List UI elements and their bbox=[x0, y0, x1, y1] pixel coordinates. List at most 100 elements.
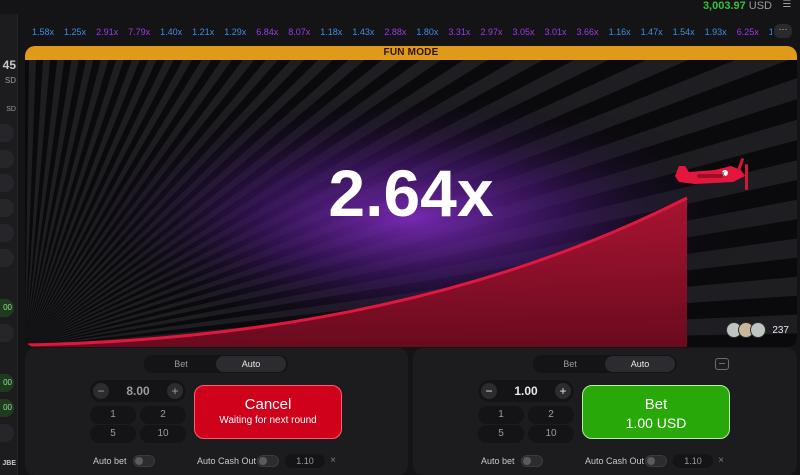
history-multiplier: 2.91x bbox=[96, 27, 119, 37]
bet-panel-1: Bet Auto − 8.00 + 1 2 5 10 Cancel Waitin… bbox=[25, 348, 408, 475]
history-multiplier: 1.93x bbox=[704, 27, 727, 37]
auto-cashout-toggle[interactable] bbox=[257, 455, 279, 467]
avatar bbox=[750, 322, 767, 338]
balance: 3,003.97 USD bbox=[703, 0, 772, 12]
history-multiplier: 6.84x bbox=[256, 27, 279, 37]
top-bar: 3,003.97 USD ☰ bbox=[0, 0, 800, 14]
auto-bet-toggle[interactable] bbox=[521, 455, 543, 467]
history-multiplier: 8.07x bbox=[288, 27, 311, 37]
tab-auto[interactable]: Auto bbox=[216, 356, 286, 372]
history-multiplier: 1.43x bbox=[352, 27, 375, 37]
player-count: 237 bbox=[772, 324, 789, 336]
close-icon[interactable]: × bbox=[716, 455, 726, 467]
waiting-label: Waiting for next round bbox=[219, 415, 317, 426]
more-dots-icon[interactable]: ··· bbox=[774, 24, 792, 38]
auto-bet-label: Auto bet bbox=[93, 456, 127, 466]
fun-mode-banner: FUN MODE bbox=[25, 46, 797, 60]
multiplier-history: 1.58x 1.25x 2.91x 7.79x 1.40x 1.21x 1.29x 6.84x… bbox=[32, 26, 772, 40]
left-sidebar: 45 SD SD 00 00 00 JBE bbox=[0, 14, 18, 475]
quick-amount-button[interactable]: 2 bbox=[140, 406, 186, 424]
history-multiplier: 1.16x bbox=[608, 27, 631, 37]
bet-amount-value[interactable]: 1.00 bbox=[498, 383, 554, 399]
history-multiplier: 6.25x bbox=[736, 27, 759, 37]
history-multiplier: 1.21x bbox=[192, 27, 215, 37]
quick-amount-button[interactable]: 1 bbox=[478, 406, 524, 424]
history-multiplier: 1.24x bbox=[768, 27, 772, 37]
sidebar-row bbox=[0, 224, 14, 242]
sidebar-currency: SD bbox=[4, 76, 16, 85]
auto-cashout-label: Auto Cash Out bbox=[585, 456, 645, 466]
auto-cashout-input[interactable]: 1.10 bbox=[673, 454, 713, 468]
history-multiplier: 1.29x bbox=[224, 27, 247, 37]
quick-amount-button[interactable]: 5 bbox=[90, 425, 136, 443]
cancel-label: Cancel bbox=[244, 396, 292, 413]
quick-amount-button[interactable]: 2 bbox=[528, 406, 574, 424]
history-multiplier: 1.54x bbox=[672, 27, 695, 37]
history-multiplier: 1.58x bbox=[32, 27, 55, 37]
increase-button[interactable]: + bbox=[167, 383, 183, 399]
sidebar-row bbox=[0, 424, 14, 442]
game-canvas: FUN MODE X 2.64x 237 bbox=[25, 46, 797, 347]
tab-bet[interactable]: Bet bbox=[146, 356, 216, 372]
decrease-button[interactable]: − bbox=[481, 383, 497, 399]
bet-mode-tabs: Bet Auto bbox=[144, 355, 288, 373]
bet-amount-stepper: − 8.00 + bbox=[90, 380, 186, 402]
sidebar-row bbox=[0, 199, 14, 217]
history-multiplier: 3.31x bbox=[448, 27, 471, 37]
sidebar-value: 00 bbox=[3, 303, 12, 312]
sidebar-bottom-label: JBE bbox=[2, 460, 16, 467]
history-multiplier: 1.18x bbox=[320, 27, 343, 37]
bet-panel-2: Bet Auto − 1.00 + 1 2 5 10 Bet 1.00 USD … bbox=[413, 348, 797, 475]
bet-amount-stepper: − 1.00 + bbox=[478, 380, 574, 402]
decrease-button[interactable]: − bbox=[93, 383, 109, 399]
auto-cashout-toggle[interactable] bbox=[645, 455, 667, 467]
history-multiplier: 2.97x bbox=[480, 27, 503, 37]
auto-cashout-input[interactable]: 1.10 bbox=[285, 454, 325, 468]
auto-bet-label: Auto bet bbox=[481, 456, 515, 466]
sidebar-value: 00 bbox=[3, 378, 12, 387]
quick-amount-button[interactable]: 10 bbox=[140, 425, 186, 443]
sidebar-row bbox=[0, 174, 14, 192]
bet-amount-value[interactable]: 8.00 bbox=[110, 383, 166, 399]
quick-amount-button[interactable]: 5 bbox=[478, 425, 524, 443]
sidebar-currency-2: SD bbox=[6, 106, 16, 113]
quick-amount-button[interactable]: 10 bbox=[528, 425, 574, 443]
history-multiplier: 3.05x bbox=[512, 27, 535, 37]
history-multiplier: 1.47x bbox=[640, 27, 663, 37]
cancel-bet-button[interactable]: Cancel Waiting for next round bbox=[194, 385, 342, 439]
increase-button[interactable]: + bbox=[555, 383, 571, 399]
balance-amount: 3,003.97 bbox=[702, 0, 746, 12]
auto-bet-toggle[interactable] bbox=[133, 455, 155, 467]
sidebar-amount: 45 bbox=[2, 58, 16, 72]
history-multiplier: 3.01x bbox=[544, 27, 567, 37]
place-bet-button[interactable]: Bet 1.00 USD bbox=[582, 385, 730, 439]
game-screen: 3,003.97 USD ☰ 45 SD SD 00 00 00 JBE 1.58… bbox=[0, 0, 800, 475]
sidebar-row: 00 bbox=[0, 399, 14, 417]
sidebar-row: 00 bbox=[0, 299, 14, 317]
tab-bet[interactable]: Bet bbox=[535, 356, 605, 372]
close-icon[interactable]: × bbox=[328, 455, 338, 467]
history-multiplier: 7.79x bbox=[128, 27, 151, 37]
sidebar-row bbox=[0, 324, 14, 342]
history-multiplier: 1.25x bbox=[64, 27, 87, 37]
sidebar-row: 00 bbox=[0, 374, 14, 392]
sidebar-row bbox=[0, 249, 14, 267]
history-multiplier: 3.66x bbox=[576, 27, 599, 37]
players-online: 237 bbox=[726, 321, 789, 339]
remove-panel-icon[interactable] bbox=[715, 358, 729, 370]
bet-label: Bet bbox=[644, 396, 668, 413]
tab-auto[interactable]: Auto bbox=[605, 356, 675, 372]
history-multiplier: 1.40x bbox=[160, 27, 183, 37]
bet-mode-tabs: Bet Auto bbox=[533, 355, 677, 373]
history-multiplier: 1.80x bbox=[416, 27, 439, 37]
sidebar-row bbox=[0, 124, 14, 142]
current-multiplier: 2.64x bbox=[328, 156, 494, 230]
auto-cashout-label: Auto Cash Out bbox=[197, 456, 257, 466]
history-multiplier: 2.88x bbox=[384, 27, 407, 37]
quick-amount-button[interactable]: 1 bbox=[90, 406, 136, 424]
hamburger-icon[interactable]: ☰ bbox=[782, 0, 792, 10]
balance-currency: USD bbox=[748, 0, 772, 12]
bet-amount-label: 1.00 USD bbox=[625, 415, 687, 431]
sidebar-value: 00 bbox=[3, 403, 12, 412]
sidebar-row bbox=[0, 150, 14, 168]
